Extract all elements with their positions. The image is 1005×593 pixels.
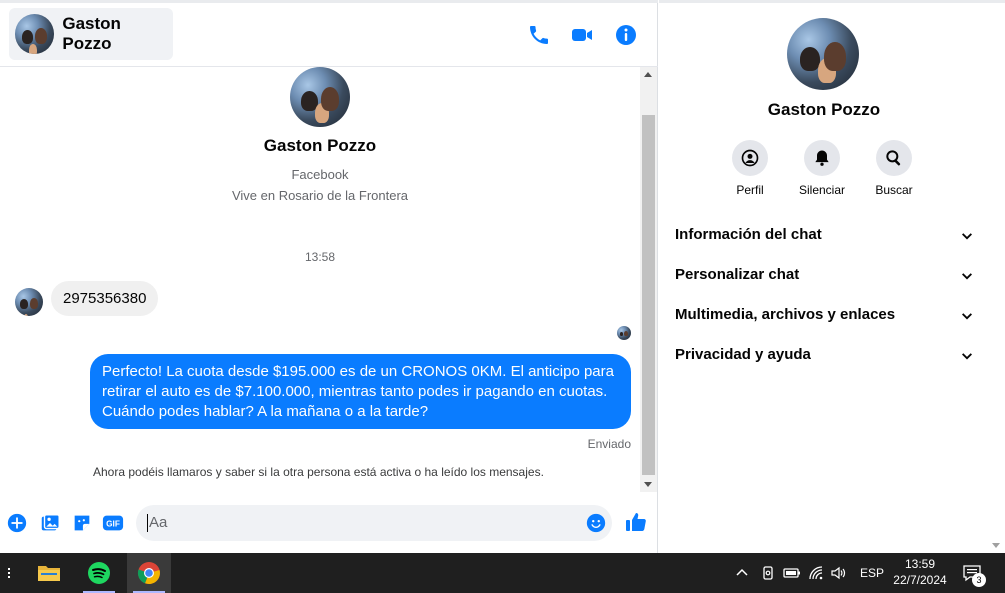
volume-icon[interactable] — [830, 553, 848, 593]
search-icon — [876, 140, 912, 176]
mute-button[interactable]: Silenciar — [787, 140, 857, 197]
scroll-thumb[interactable] — [642, 115, 655, 475]
avatar[interactable] — [290, 67, 350, 127]
gif-icon[interactable]: GIF — [102, 512, 124, 534]
section-label: Privacidad y ayuda — [675, 346, 811, 363]
thread-scrollbar[interactable] — [640, 67, 657, 492]
section-customize-chat[interactable]: Personalizar chat — [675, 266, 975, 290]
message-input-placeholder: Aa — [147, 514, 168, 532]
scroll-up-arrow-icon[interactable] — [644, 72, 652, 77]
message-thread: Gaston Pozzo Facebook Vive en Rosario de… — [0, 67, 640, 492]
outgoing-message[interactable]: Perfecto! La cuota desde $195.000 es de … — [90, 354, 631, 429]
task-view-icon[interactable] — [0, 553, 26, 593]
clock-date: 22/7/2024 — [893, 573, 947, 587]
section-chat-info[interactable]: Información del chat — [675, 226, 975, 250]
section-privacy-help[interactable]: Privacidad y ayuda — [675, 346, 975, 370]
profile-label: Perfil — [736, 183, 764, 197]
clock-time: 13:59 — [904, 557, 936, 571]
section-label: Multimedia, archivos y enlaces — [675, 306, 896, 323]
info-note: Ahora podéis llamaros y saber si la otra… — [93, 465, 544, 479]
profile-button[interactable]: Perfil — [715, 140, 785, 197]
details-name: Gaston Pozzo — [767, 100, 881, 119]
profile-icon — [732, 140, 768, 176]
sticker-icon[interactable] — [71, 512, 93, 534]
search-button[interactable]: Buscar — [859, 140, 929, 197]
like-icon[interactable] — [624, 510, 648, 534]
profile-source: Facebook — [291, 167, 349, 182]
spotify-icon[interactable] — [77, 553, 121, 593]
info-icon[interactable] — [614, 23, 638, 47]
taskbar: ESP 13:59 22/7/2024 3 — [0, 553, 1005, 593]
video-icon[interactable] — [570, 23, 594, 47]
language-indicator[interactable]: ESP — [860, 553, 884, 593]
photo-icon[interactable] — [39, 512, 61, 534]
file-explorer-icon[interactable] — [27, 553, 71, 593]
device-icon[interactable] — [760, 553, 776, 593]
message-input[interactable]: Aa — [136, 505, 612, 541]
incoming-message[interactable]: 2975356380 — [51, 281, 159, 316]
chat-pane: Gaston Pozzo Gaston Pozzo Facebook Vive … — [0, 0, 658, 553]
add-icon[interactable] — [6, 512, 28, 534]
message-timestamp: 13:58 — [304, 250, 336, 264]
mute-label: Silenciar — [798, 183, 846, 197]
avatar — [15, 14, 55, 54]
details-pane: Gaston Pozzo Perfil Silenciar Buscar Inf… — [659, 0, 1005, 553]
section-label: Información del chat — [675, 226, 822, 243]
chrome-icon[interactable] — [127, 553, 171, 593]
chevron-down-icon — [959, 349, 975, 365]
chevron-down-icon — [959, 229, 975, 245]
messenger-window: Gaston Pozzo Gaston Pozzo Facebook Vive … — [0, 0, 1005, 553]
section-label: Personalizar chat — [675, 266, 800, 283]
sent-status: Enviado — [587, 437, 631, 451]
scroll-down-arrow-icon[interactable] — [992, 543, 1000, 548]
message-composer: GIF Aa — [0, 495, 658, 553]
chat-header: Gaston Pozzo — [0, 0, 658, 67]
phone-icon[interactable] — [527, 23, 551, 47]
contact-chip[interactable]: Gaston Pozzo — [9, 8, 173, 60]
show-hidden-icons-chevron-icon[interactable] — [735, 553, 749, 593]
chevron-down-icon — [959, 309, 975, 325]
seen-indicator-avatar — [617, 326, 631, 340]
chevron-down-icon — [959, 269, 975, 285]
profile-name: Gaston Pozzo — [263, 136, 377, 155]
search-label: Buscar — [875, 183, 913, 197]
notification-badge: 3 — [972, 573, 986, 587]
bell-icon — [804, 140, 840, 176]
avatar[interactable] — [787, 18, 859, 90]
profile-location: Vive en Rosario de la Frontera — [231, 188, 409, 203]
wifi-icon[interactable] — [808, 553, 826, 593]
contact-name: Gaston Pozzo — [62, 14, 121, 53]
avatar[interactable] — [15, 288, 43, 316]
scroll-down-arrow-icon[interactable] — [644, 482, 652, 487]
svg-text:GIF: GIF — [106, 520, 120, 529]
emoji-icon[interactable] — [585, 512, 607, 534]
taskbar-clock[interactable]: 13:59 22/7/2024 — [887, 556, 953, 588]
section-media-files-links[interactable]: Multimedia, archivos y enlaces — [675, 306, 975, 330]
battery-icon[interactable] — [783, 553, 801, 593]
